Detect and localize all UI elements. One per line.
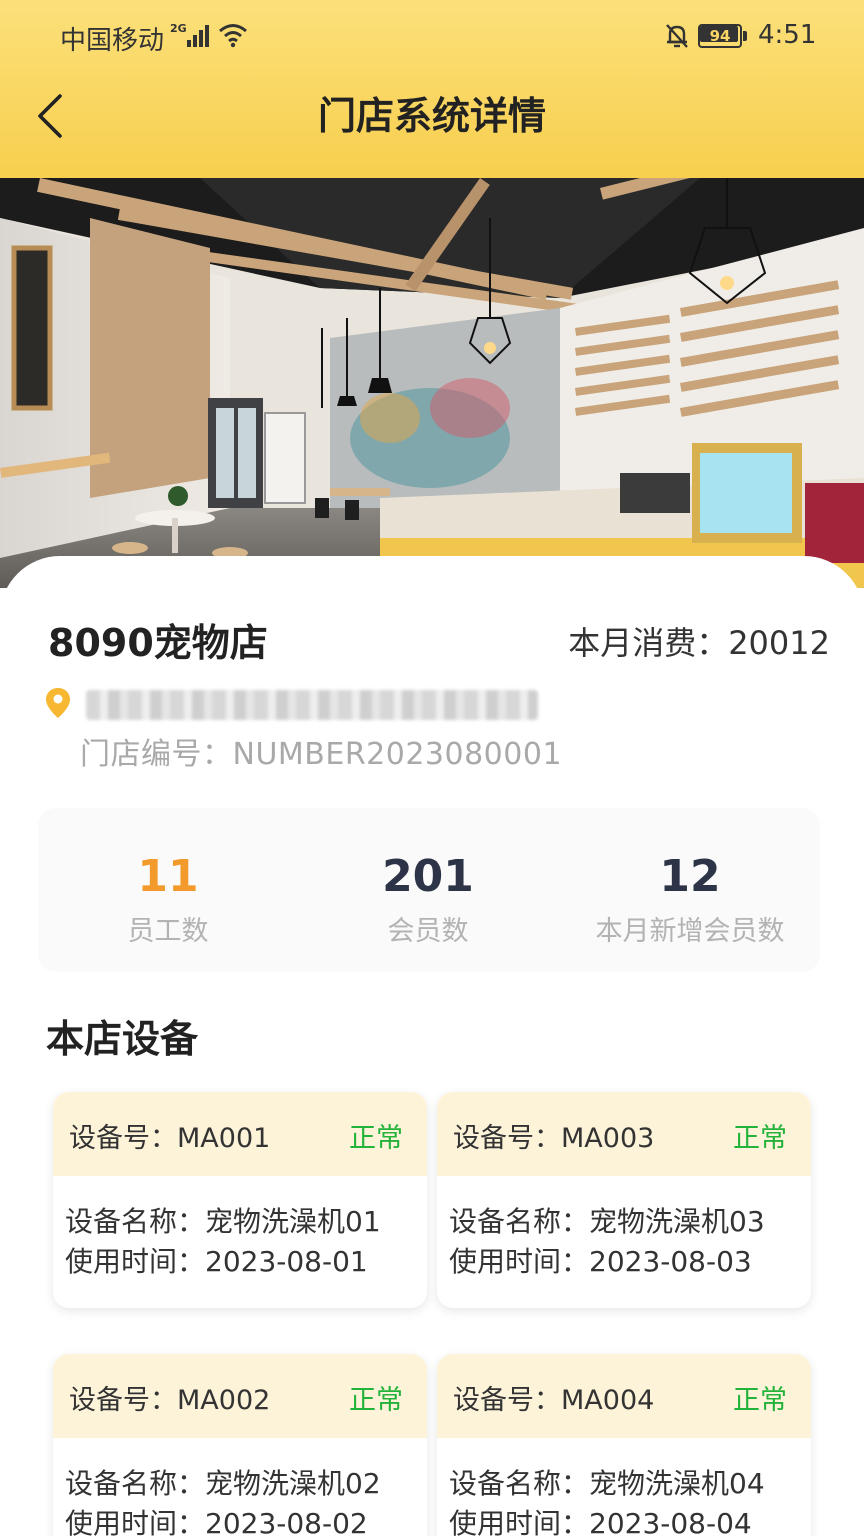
signal-icon: [187, 25, 209, 47]
device-status: 正常: [733, 1385, 787, 1416]
stat-members-value: 201: [382, 851, 474, 902]
store-address-redacted: [86, 690, 538, 720]
device-use-time: 使用时间：2023-08-02: [65, 1507, 368, 1536]
device-use-time: 使用时间：2023-08-04: [449, 1507, 752, 1536]
device-card-header: 设备号：MA001 正常: [53, 1092, 427, 1176]
device-card[interactable]: 设备号：MA002 正常 设备名称：宠物洗澡机02 使用时间：2023-08-0…: [53, 1354, 427, 1536]
network-type: 2G: [170, 22, 187, 35]
devices-section-title: 本店设备: [46, 1017, 199, 1061]
battery-icon: 94: [698, 24, 748, 48]
device-name: 设备名称：宠物洗澡机04: [449, 1467, 765, 1500]
battery-level: 94: [709, 27, 731, 45]
monthly-spend: 本月消费：20012: [568, 624, 830, 662]
stats-panel: 11 员工数 201 会员数 12 本月新增会员数: [38, 808, 820, 972]
device-name: 设备名称：宠物洗澡机03: [449, 1205, 765, 1238]
device-name: 设备名称：宠物洗澡机01: [65, 1205, 381, 1238]
stat-members-label: 会员数: [387, 916, 469, 947]
stat-new-members-label: 本月新增会员数: [595, 916, 785, 947]
device-card[interactable]: 设备号：MA004 正常 设备名称：宠物洗澡机04 使用时间：2023-08-0…: [437, 1354, 811, 1536]
store-photo: [0, 178, 864, 588]
stat-new-members-value: 12: [659, 851, 721, 902]
device-number: 设备号：MA004: [453, 1385, 655, 1416]
stat-staff: 11 员工数: [38, 808, 298, 972]
device-status: 正常: [733, 1123, 787, 1154]
device-card-header: 设备号：MA002 正常: [53, 1354, 427, 1438]
clock: 4:51: [758, 20, 817, 50]
stat-staff-label: 员工数: [127, 916, 209, 947]
device-name: 设备名称：宠物洗澡机02: [65, 1467, 381, 1500]
store-name: 8090宠物店: [48, 621, 268, 665]
device-number: 设备号：MA003: [453, 1123, 655, 1154]
stat-members: 201 会员数: [298, 808, 558, 972]
device-card-header: 设备号：MA004 正常: [437, 1354, 811, 1438]
location-pin-icon: [46, 688, 70, 718]
device-card[interactable]: 设备号：MA001 正常 设备名称：宠物洗澡机01 使用时间：2023-08-0…: [53, 1092, 427, 1308]
stat-staff-value: 11: [137, 851, 199, 902]
mute-bell-icon: [666, 24, 688, 48]
device-card-header: 设备号：MA003 正常: [437, 1092, 811, 1176]
device-use-time: 使用时间：2023-08-03: [449, 1245, 752, 1278]
device-status: 正常: [349, 1385, 403, 1416]
device-status: 正常: [349, 1123, 403, 1154]
page-title: 门店系统详情: [317, 94, 546, 138]
stat-new-members: 12 本月新增会员数: [560, 808, 820, 972]
carrier-label: 中国移动: [60, 26, 165, 56]
device-card[interactable]: 设备号：MA003 正常 设备名称：宠物洗澡机03 使用时间：2023-08-0…: [437, 1092, 811, 1308]
wifi-icon: [219, 24, 247, 48]
status-bar: 中国移动 2G 94 4:51: [0, 0, 864, 76]
store-number: 门店编号：NUMBER2023080001: [80, 737, 563, 772]
device-use-time: 使用时间：2023-08-01: [65, 1245, 368, 1278]
device-number: 设备号：MA001: [69, 1123, 271, 1154]
device-number: 设备号：MA002: [69, 1385, 271, 1416]
